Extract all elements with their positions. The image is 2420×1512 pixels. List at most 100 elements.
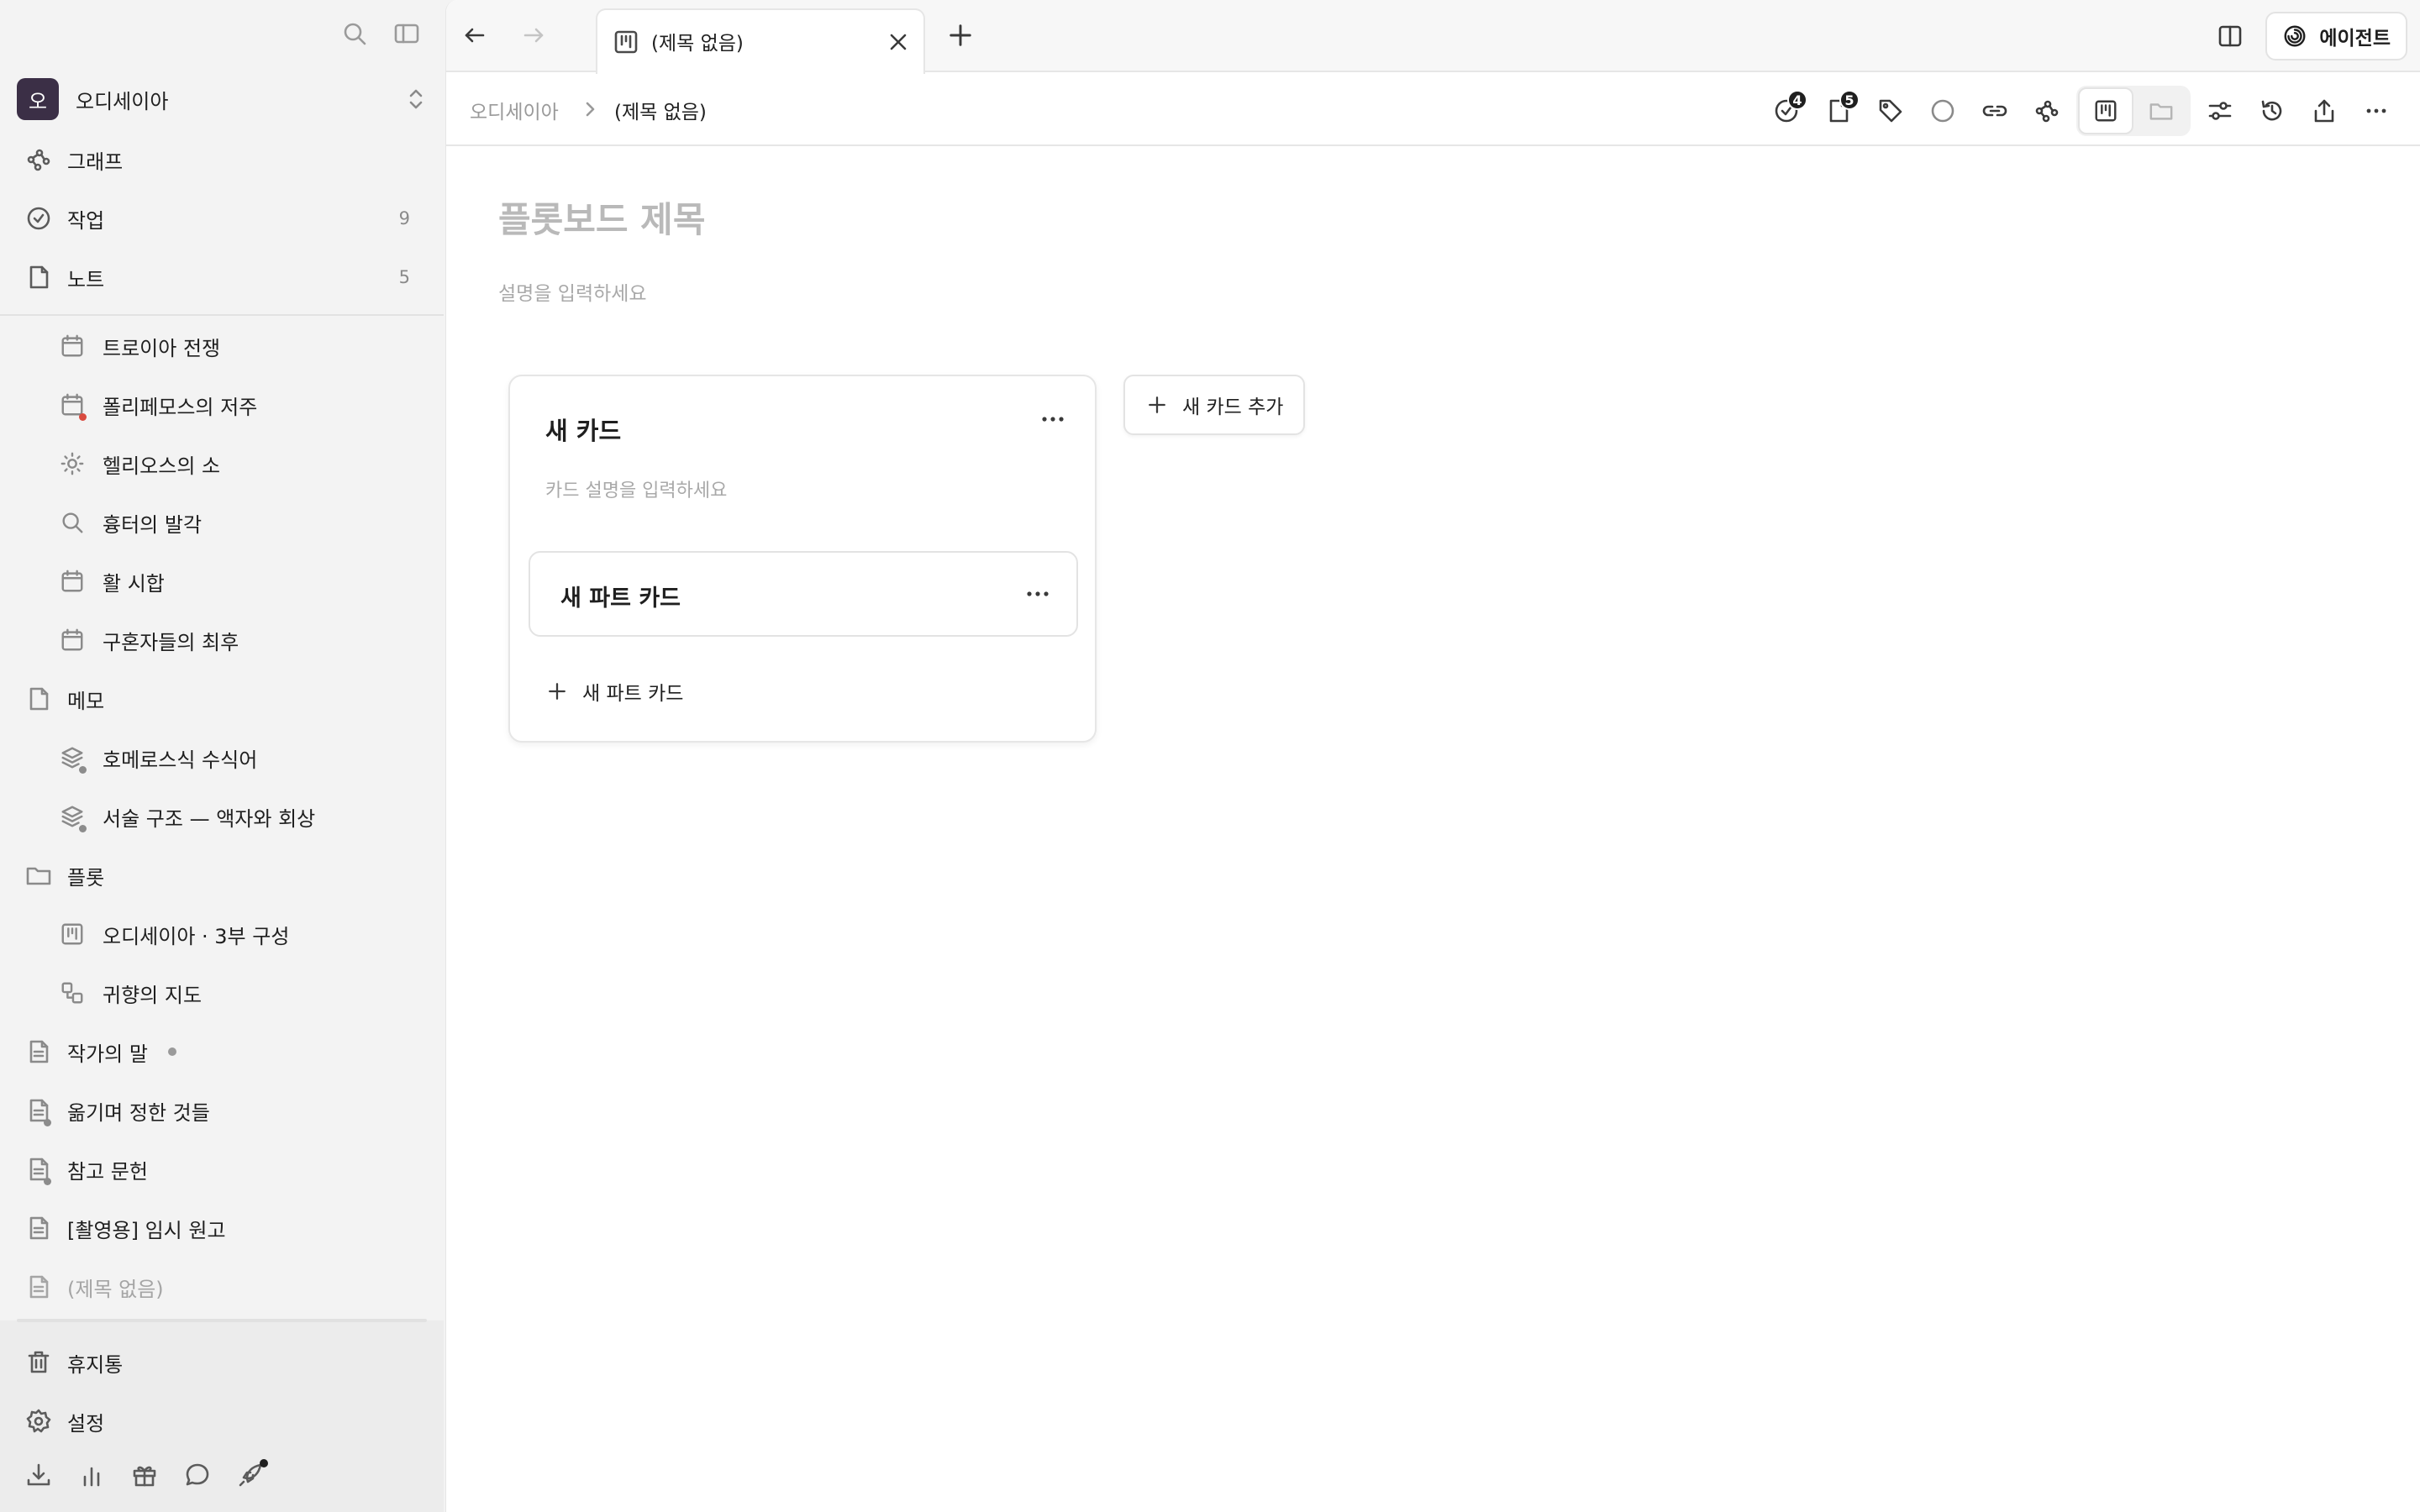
close-icon[interactable] — [885, 29, 912, 55]
part-card[interactable]: 새 파트 카드 — [529, 551, 1078, 637]
board-view-button[interactable] — [2078, 87, 2133, 134]
board-icon — [614, 30, 638, 54]
split-view-button[interactable] — [2213, 19, 2247, 53]
sidebar-item-label: 옮기며 정한 것들 — [67, 1100, 210, 1125]
sidebar-item-doc-active[interactable]: (제목 없음) — [0, 1263, 444, 1310]
sidebar-item-memo-entry[interactable]: 서술 구조 — 액자와 회상 — [0, 793, 444, 840]
tag-button[interactable] — [1865, 87, 1917, 135]
tab-active[interactable]: (제목 없음) — [596, 8, 925, 74]
status-dot — [44, 1119, 51, 1126]
card-title[interactable]: 새 카드 — [545, 412, 621, 447]
more-horizontal-icon[interactable] — [1036, 407, 1070, 432]
forward-button[interactable] — [517, 18, 550, 52]
sidebar-item-plot-entry[interactable]: 오디세이아 · 3부 구성 — [0, 911, 444, 958]
sidebar-item-doc[interactable]: [촬영용] 임시 원고 — [0, 1205, 444, 1252]
link-icon — [1982, 105, 2007, 117]
feedback-button[interactable] — [182, 1460, 213, 1490]
sidebar-item-label: 구혼자들의 최후 — [103, 630, 239, 654]
linked-notes-button[interactable]: 5 — [1812, 87, 1865, 135]
download-button[interactable] — [24, 1460, 54, 1490]
sidebar-item-label: 서술 구조 — 액자와 회상 — [103, 806, 316, 831]
plot-card[interactable]: 새 카드 카드 설명을 입력하세요 새 파트 카드 새 파트 카드 — [508, 375, 1097, 743]
toggle-sidebar-button[interactable] — [392, 18, 422, 49]
display-options-button[interactable] — [2194, 87, 2246, 135]
stats-button[interactable] — [76, 1460, 107, 1490]
agent-label: 에이전트 — [2319, 28, 2391, 50]
notification-dot — [260, 1459, 268, 1467]
more-options-button[interactable] — [2350, 87, 2402, 135]
plus-icon — [549, 683, 566, 700]
agent-button[interactable]: 에이전트 — [2265, 12, 2407, 60]
folder-view-button[interactable] — [2133, 87, 2189, 134]
more-horizontal-icon[interactable] — [1021, 581, 1055, 606]
sidebar-item-label: 작가의 말 — [67, 1042, 148, 1066]
sidebar-item-note[interactable]: 활 시합 — [0, 558, 444, 605]
add-part-card-button[interactable]: 새 파트 카드 — [545, 677, 683, 706]
link-button[interactable] — [1969, 87, 2021, 135]
board-description-input[interactable]: 설명을 입력하세요 — [498, 277, 647, 306]
note-icon — [24, 684, 54, 714]
sidebar-item-label: 참고 문헌 — [67, 1159, 148, 1184]
workspace-switcher[interactable]: 오 오디세이아 — [17, 77, 429, 121]
share-button[interactable] — [2298, 87, 2350, 135]
linked-tasks-button[interactable]: 4 — [1760, 87, 1812, 135]
breadcrumb-root[interactable]: 오디세이아 — [470, 96, 559, 124]
sidebar-item-label: 트로이아 전쟁 — [103, 336, 221, 360]
graph-view-button[interactable] — [2021, 87, 2073, 135]
breadcrumb-current: (제목 없음) — [614, 102, 707, 123]
graph-icon — [24, 144, 54, 175]
add-card-button[interactable]: 새 카드 추가 — [1123, 375, 1306, 435]
tab-title: (제목 없음) — [651, 33, 744, 55]
sidebar-item-notes[interactable]: 노트 5 — [0, 254, 444, 301]
back-button[interactable] — [458, 18, 492, 52]
sidebar-item-label: 호메로스식 수식어 — [103, 748, 258, 772]
sidebar-item-label: 오디세이아 · 3부 구성 — [103, 924, 290, 948]
main-panel: (제목 없음) 에이전트 오디세이아 (제목 없음) 4 5 플롯보드 제목 설… — [445, 0, 2420, 1512]
status-dot — [79, 766, 87, 774]
plus-icon — [1149, 396, 1165, 413]
search-icon — [344, 23, 366, 45]
sidebar-item-doc[interactable]: 옮기며 정한 것들 — [0, 1087, 444, 1134]
sidebar-item-label: 귀향의 지도 — [103, 983, 203, 1007]
sidebar-item-doc[interactable]: 작가의 말 — [0, 1028, 444, 1075]
sidebar-item-trash[interactable]: 휴지통 — [0, 1339, 444, 1386]
card-description-input[interactable]: 카드 설명을 입력하세요 — [545, 475, 727, 502]
sidebar-item-note[interactable]: 폴리페모스의 저주 — [0, 381, 444, 428]
unsaved-dot — [168, 1047, 176, 1056]
sidebar-item-note[interactable]: 흉터의 발각 — [0, 499, 444, 546]
whats-new-button[interactable] — [235, 1459, 268, 1490]
empty-circle-icon — [1931, 99, 1954, 123]
status-dot — [44, 1178, 51, 1185]
status-dot — [79, 413, 87, 421]
chevron-up-down-icon — [409, 89, 423, 109]
status-dot — [79, 825, 87, 832]
sidebar-item-tasks[interactable]: 작업 9 — [0, 195, 444, 242]
sidebar-item-note[interactable]: 구혼자들의 최후 — [0, 617, 444, 664]
part-card-title[interactable]: 새 파트 카드 — [560, 580, 681, 612]
sidebar-item-note[interactable]: 헬리오스의 소 — [0, 440, 444, 487]
status-button[interactable] — [1917, 87, 1969, 135]
sidebar-item-doc[interactable]: 참고 문헌 — [0, 1146, 444, 1193]
sidebar-item-graph[interactable]: 그래프 — [0, 136, 444, 183]
sidebar-item-note[interactable]: 트로이아 전쟁 — [0, 323, 444, 370]
notes-count: 5 — [398, 267, 410, 287]
calendar-icon — [57, 566, 87, 596]
sidebar-item-memo[interactable]: 메모 — [0, 675, 444, 722]
sidebar-item-settings[interactable]: 설정 — [0, 1398, 444, 1445]
notes-badge: 5 — [1839, 90, 1860, 110]
sidebar-item-memo-entry[interactable]: 호메로스식 수식어 — [0, 734, 444, 781]
board-title-input[interactable]: 플롯보드 제목 — [498, 192, 705, 243]
more-horizontal-icon — [2366, 108, 2386, 113]
history-button[interactable] — [2246, 87, 2298, 135]
sidebar-item-plot[interactable]: 플롯 — [0, 852, 444, 899]
sidebar-item-label: [촬영용] 임시 원고 — [67, 1218, 226, 1242]
sidebar-item-plot-entry[interactable]: 귀향의 지도 — [0, 969, 444, 1016]
agent-spiral-icon — [2284, 25, 2306, 47]
plus-icon[interactable] — [945, 20, 976, 50]
board-icon — [2095, 100, 2117, 122]
search-button[interactable] — [339, 18, 370, 49]
gift-button[interactable] — [129, 1460, 160, 1490]
graph-icon — [2035, 100, 2059, 123]
add-part-card-label: 새 파트 카드 — [582, 683, 684, 705]
sidebar-item-label: 흉터의 발각 — [103, 512, 203, 537]
